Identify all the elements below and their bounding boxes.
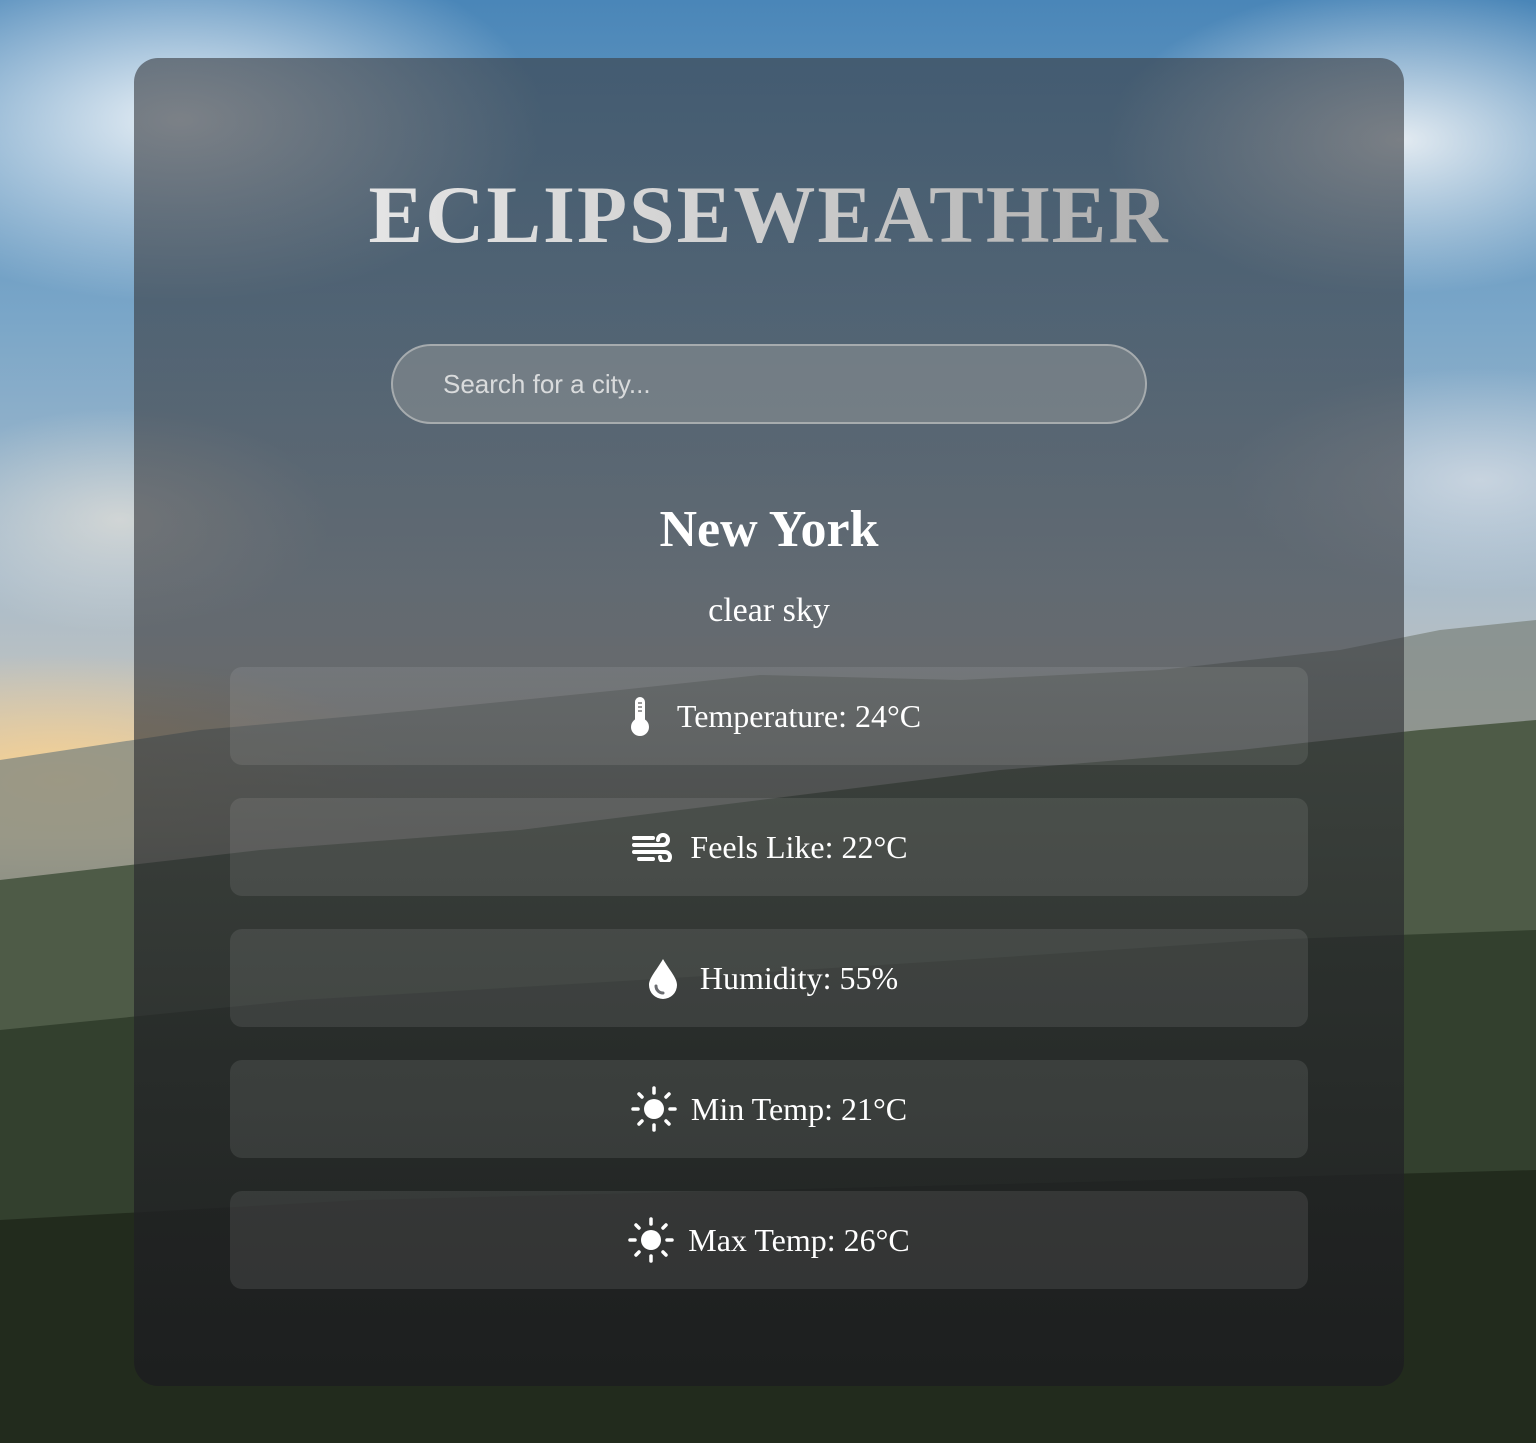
sun-icon xyxy=(628,1217,674,1263)
feels-like-row: Feels Like: 22°C xyxy=(230,798,1308,896)
temperature-row: Temperature: 24°C xyxy=(230,667,1308,765)
min-temp-row: Min Temp: 21°C xyxy=(230,1060,1308,1158)
droplet-icon xyxy=(640,955,686,1001)
max-temp-label: Max Temp: 26°C xyxy=(688,1221,910,1258)
wind-icon xyxy=(630,824,676,870)
city-name: New York xyxy=(659,501,879,558)
max-temp-row: Max Temp: 26°C xyxy=(230,1191,1308,1289)
humidity-label: Humidity: 55% xyxy=(699,959,899,996)
humidity-row: Humidity: 55% xyxy=(230,929,1308,1027)
weather-description: clear sky xyxy=(708,592,830,629)
weather-card: ECLIPSEWEATHER New York clear sky Temper… xyxy=(134,58,1404,1386)
app-title: ECLIPSEWEATHER xyxy=(134,168,1404,262)
sun-icon xyxy=(631,1086,677,1132)
search-input[interactable] xyxy=(391,344,1147,424)
temperature-label: Temperature: 24°C xyxy=(676,697,922,734)
thermometer-icon xyxy=(617,693,663,739)
min-temp-label: Min Temp: 21°C xyxy=(690,1090,908,1127)
feels-like-label: Feels Like: 22°C xyxy=(690,828,908,865)
